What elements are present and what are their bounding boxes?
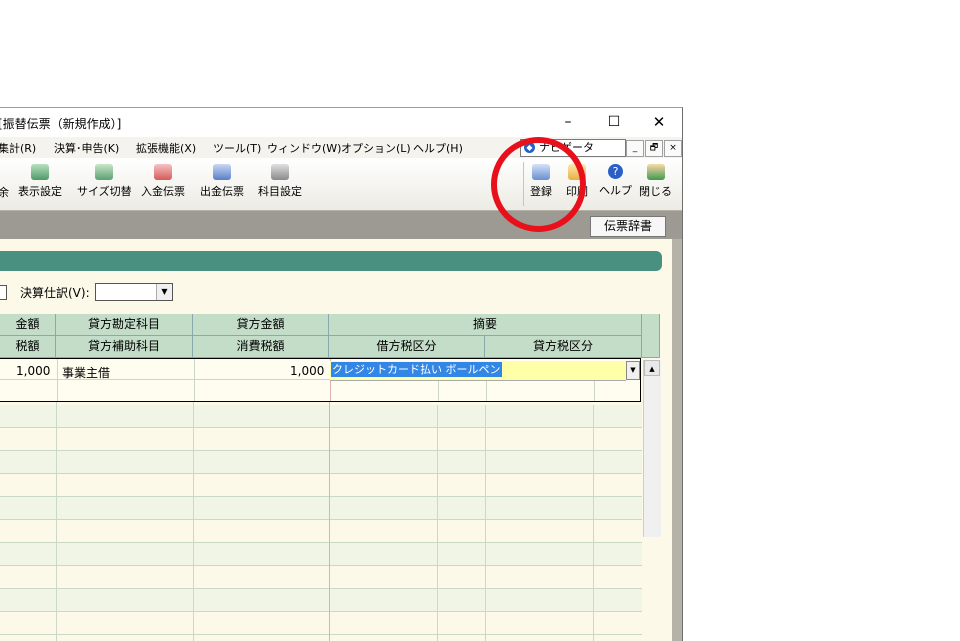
mdi-close-button[interactable]: × bbox=[664, 140, 682, 157]
close-door-icon bbox=[646, 164, 665, 180]
header-debit-tax-class: 借方税区分 bbox=[329, 336, 485, 358]
close-button[interactable]: 閉じる bbox=[639, 164, 672, 199]
vertical-scrollbar[interactable]: ▲ bbox=[643, 360, 661, 537]
table-row[interactable] bbox=[0, 543, 642, 566]
withdrawal-slip-label: 出金伝票 bbox=[200, 185, 244, 198]
menu-help[interactable]: ヘルプ(H) bbox=[413, 140, 463, 156]
debit-amount-cell[interactable]: 1,000 bbox=[16, 364, 50, 378]
maximize-button[interactable]: ☐ bbox=[591, 108, 637, 137]
grid-line bbox=[0, 427, 642, 428]
toolbar-partial-label: 余 bbox=[0, 184, 9, 200]
table-row[interactable] bbox=[0, 405, 642, 428]
chevron-down-icon[interactable]: ▼ bbox=[156, 284, 172, 300]
table-row[interactable] bbox=[0, 497, 642, 520]
table-row[interactable] bbox=[0, 589, 642, 612]
withdrawal-slip-icon bbox=[213, 164, 231, 180]
grid-line bbox=[438, 379, 439, 401]
sub-toolbar: 伝票辞書 bbox=[0, 211, 682, 239]
deposit-slip-icon bbox=[154, 164, 172, 180]
menu-tools[interactable]: ツール(T) bbox=[213, 140, 261, 156]
grid-line bbox=[0, 519, 642, 520]
account-settings-label: 科目設定 bbox=[258, 185, 302, 198]
grid-line bbox=[437, 405, 438, 641]
header-scroll-corner bbox=[642, 314, 660, 358]
size-toggle-button[interactable]: サイズ切替 bbox=[77, 164, 132, 199]
header-summary: 摘要 bbox=[329, 314, 642, 336]
credit-account-cell[interactable]: 事業主借 bbox=[62, 364, 110, 381]
grid-line bbox=[593, 405, 594, 641]
summary-dropdown-arrow[interactable]: ▼ bbox=[626, 361, 640, 380]
header-green-bar bbox=[0, 251, 662, 271]
mdi-minimize-button[interactable]: _ bbox=[626, 140, 644, 157]
closing-entry-label: 決算仕訳(V): bbox=[20, 286, 90, 300]
menu-options[interactable]: オプション(L) bbox=[341, 140, 411, 156]
window-title: [振替伝票（新規作成）] bbox=[0, 117, 122, 131]
grid-line bbox=[0, 496, 642, 497]
grid-line bbox=[0, 565, 642, 566]
table-row[interactable] bbox=[0, 451, 642, 474]
header-credit-account: 貸方勘定科目 bbox=[56, 314, 193, 336]
grid-line bbox=[57, 359, 58, 401]
account-settings-button[interactable]: 科目設定 bbox=[258, 164, 302, 199]
slip-panel: 決算仕訳(V): ▼ 金額 貸方勘定科目 貸方金額 摘要 税額 貸方補助科目 消… bbox=[0, 239, 672, 641]
menu-bar: 集計(R) 決算･申告(K) 拡張機能(X) ツール(T) ウィンドウ(W) オ… bbox=[0, 137, 682, 158]
display-settings-button[interactable]: 表示設定 bbox=[18, 164, 62, 199]
header-debit-amount: 金額 bbox=[0, 314, 56, 336]
grid-line bbox=[485, 405, 486, 641]
scroll-up-arrow-icon[interactable]: ▲ bbox=[644, 360, 660, 376]
size-toggle-label: サイズ切替 bbox=[77, 185, 132, 198]
account-settings-icon bbox=[271, 164, 289, 180]
annotation-red-circle bbox=[491, 137, 586, 232]
right-border-strip bbox=[672, 239, 682, 641]
close-window-button[interactable]: ✕ bbox=[636, 108, 682, 137]
slip-dictionary-button[interactable]: 伝票辞書 bbox=[590, 216, 666, 237]
header-credit-tax-class: 貸方税区分 bbox=[485, 336, 642, 358]
display-settings-label: 表示設定 bbox=[18, 185, 62, 198]
menu-summary[interactable]: 集計(R) bbox=[0, 140, 36, 156]
grid-line bbox=[194, 359, 195, 401]
grid-line bbox=[0, 611, 642, 612]
help-icon: ? bbox=[608, 164, 623, 179]
minimize-button[interactable]: – bbox=[545, 108, 591, 137]
title-bar: [振替伝票（新規作成）] – ☐ ✕ bbox=[0, 108, 682, 137]
close-label: 閉じる bbox=[639, 185, 672, 198]
grid-line bbox=[0, 634, 642, 635]
summary-selected-text: クレジットカード払い ボールペン bbox=[331, 362, 502, 377]
menu-extensions[interactable]: 拡張機能(X) bbox=[136, 140, 196, 156]
summary-input[interactable]: クレジットカード払い ボールペン bbox=[330, 361, 626, 381]
credit-amount-cell[interactable]: 1,000 bbox=[290, 364, 324, 378]
partial-checkbox[interactable] bbox=[0, 285, 7, 300]
display-settings-icon bbox=[31, 164, 49, 180]
grid-line bbox=[0, 588, 642, 589]
mdi-restore-button[interactable]: 🗗 bbox=[645, 140, 663, 157]
withdrawal-slip-button[interactable]: 出金伝票 bbox=[200, 164, 244, 199]
grid-line bbox=[0, 450, 642, 451]
header-consumption-tax: 消費税額 bbox=[193, 336, 329, 358]
deposit-slip-button[interactable]: 入金伝票 bbox=[141, 164, 185, 199]
help-button[interactable]: ? ヘルプ bbox=[599, 164, 632, 198]
menu-closing[interactable]: 決算･申告(K) bbox=[54, 140, 119, 156]
header-credit-sub-account: 貸方補助科目 bbox=[56, 336, 193, 358]
grid-line bbox=[0, 542, 642, 543]
grid-line bbox=[486, 379, 487, 401]
menu-window[interactable]: ウィンドウ(W) bbox=[267, 140, 341, 156]
header-credit-amount: 貸方金額 bbox=[193, 314, 329, 336]
size-toggle-icon bbox=[95, 164, 114, 180]
deposit-slip-label: 入金伝票 bbox=[141, 185, 185, 198]
grid-line bbox=[594, 379, 595, 401]
help-label: ヘルプ bbox=[599, 184, 632, 197]
grid-line bbox=[0, 473, 642, 474]
header-debit-tax: 税額 bbox=[0, 336, 56, 358]
closing-entry-select[interactable]: ▼ bbox=[95, 283, 173, 301]
